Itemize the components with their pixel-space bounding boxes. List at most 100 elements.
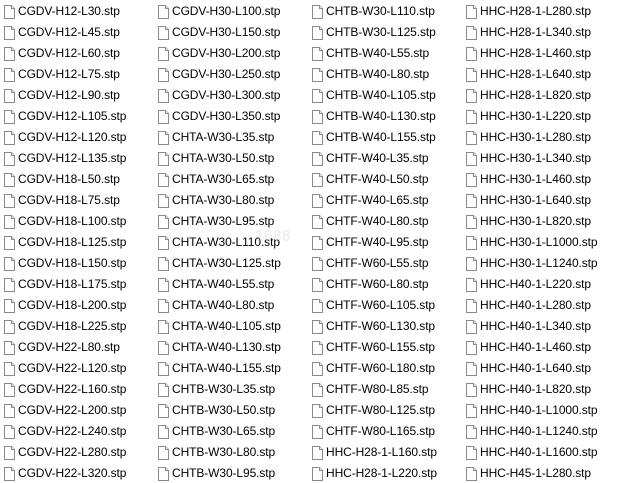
file-item[interactable]: CGDV-H12-L30.stp: [4, 2, 120, 21]
file-item[interactable]: CHTA-W40-L105.stp: [158, 317, 281, 336]
file-item[interactable]: CHTF-W60-L80.stp: [312, 275, 429, 294]
file-item[interactable]: HHC-H30-1-L640.stp: [466, 191, 591, 210]
file-item[interactable]: CGDV-H18-L50.stp: [4, 170, 120, 189]
file-item[interactable]: CGDV-H30-L300.stp: [158, 86, 280, 105]
file-item[interactable]: CHTA-W30-L65.stp: [158, 170, 274, 189]
file-item[interactable]: CHTB-W40-L55.stp: [312, 44, 429, 63]
file-item[interactable]: HHC-H40-1-L1240.stp: [466, 422, 598, 441]
file-item[interactable]: CHTF-W60-L105.stp: [312, 296, 435, 315]
file-item[interactable]: CGDV-H12-L90.stp: [4, 86, 120, 105]
file-item[interactable]: HHC-H30-1-L1000.stp: [466, 233, 598, 252]
file-item[interactable]: CGDV-H12-L120.stp: [4, 128, 126, 147]
file-item[interactable]: CHTA-W40-L155.stp: [158, 359, 281, 378]
file-item[interactable]: HHC-H40-1-L1000.stp: [466, 401, 598, 420]
file-item[interactable]: CGDV-H12-L105.stp: [4, 107, 126, 126]
file-item[interactable]: CHTF-W40-L65.stp: [312, 191, 429, 210]
blank-document-icon: [312, 319, 323, 334]
file-item[interactable]: CGDV-H18-L150.stp: [4, 254, 126, 273]
file-item[interactable]: HHC-H30-1-L280.stp: [466, 128, 591, 147]
file-item[interactable]: CHTB-W30-L125.stp: [312, 23, 436, 42]
file-item[interactable]: HHC-H40-1-L460.stp: [466, 338, 591, 357]
file-item[interactable]: HHC-H28-1-L220.stp: [312, 464, 437, 483]
file-item[interactable]: CGDV-H30-L100.stp: [158, 2, 280, 21]
file-item[interactable]: CHTA-W30-L125.stp: [158, 254, 281, 273]
file-item[interactable]: CGDV-H30-L150.stp: [158, 23, 280, 42]
file-item[interactable]: CHTA-W30-L110.stp: [158, 233, 280, 252]
file-item[interactable]: CHTF-W40-L80.stp: [312, 212, 429, 231]
file-item[interactable]: CGDV-H18-L175.stp: [4, 275, 126, 294]
file-item[interactable]: CHTF-W60-L130.stp: [312, 317, 435, 336]
file-item[interactable]: CHTF-W60-L180.stp: [312, 359, 435, 378]
file-item[interactable]: HHC-H28-1-L820.stp: [466, 86, 591, 105]
file-item[interactable]: HHC-H28-1-L280.stp: [466, 2, 591, 21]
file-item[interactable]: CHTB-W40-L80.stp: [312, 65, 429, 84]
file-item[interactable]: CHTA-W40-L80.stp: [158, 296, 274, 315]
file-item[interactable]: CGDV-H22-L120.stp: [4, 359, 126, 378]
file-name: CHTF-W60-L105.stp: [326, 298, 435, 312]
file-item[interactable]: HHC-H28-1-L640.stp: [466, 65, 591, 84]
file-name: CGDV-H30-L200.stp: [172, 46, 281, 60]
file-item[interactable]: HHC-H40-1-L1600.stp: [466, 443, 598, 462]
file-item[interactable]: CHTF-W40-L95.stp: [312, 233, 429, 252]
file-item[interactable]: HHC-H30-1-L460.stp: [466, 170, 591, 189]
file-item[interactable]: HHC-H40-1-L820.stp: [466, 380, 591, 399]
file-item[interactable]: CGDV-H18-L75.stp: [4, 191, 120, 210]
file-item[interactable]: CGDV-H22-L320.stp: [4, 464, 126, 483]
file-item[interactable]: CHTF-W60-L55.stp: [312, 254, 429, 273]
file-item[interactable]: CGDV-H22-L200.stp: [4, 401, 126, 420]
file-item[interactable]: CHTA-W40-L55.stp: [158, 275, 274, 294]
blank-document-icon: [466, 109, 477, 124]
file-item[interactable]: CGDV-H12-L135.stp: [4, 149, 126, 168]
file-item[interactable]: CHTB-W40-L105.stp: [312, 86, 436, 105]
blank-document-icon: [4, 130, 15, 145]
file-item[interactable]: CHTA-W30-L50.stp: [158, 149, 274, 168]
file-item[interactable]: HHC-H40-1-L640.stp: [466, 359, 591, 378]
file-item[interactable]: CGDV-H22-L240.stp: [4, 422, 126, 441]
file-item[interactable]: CHTB-W40-L130.stp: [312, 107, 436, 126]
file-item[interactable]: CGDV-H12-L60.stp: [4, 44, 120, 63]
file-item[interactable]: CGDV-H22-L280.stp: [4, 443, 126, 462]
file-item[interactable]: CHTF-W40-L35.stp: [312, 149, 429, 168]
file-item[interactable]: CGDV-H12-L45.stp: [4, 23, 120, 42]
file-item[interactable]: CGDV-H18-L225.stp: [4, 317, 126, 336]
file-item[interactable]: CGDV-H30-L200.stp: [158, 44, 280, 63]
file-item[interactable]: CHTA-W30-L80.stp: [158, 191, 274, 210]
file-item[interactable]: CGDV-H22-L80.stp: [4, 338, 120, 357]
file-item[interactable]: HHC-H30-1-L340.stp: [466, 149, 591, 168]
file-item[interactable]: CHTB-W30-L65.stp: [158, 422, 275, 441]
file-item[interactable]: CHTB-W30-L95.stp: [158, 464, 275, 483]
file-name: HHC-H40-1-L1240.stp: [480, 424, 598, 438]
file-item[interactable]: CGDV-H18-L125.stp: [4, 233, 126, 252]
file-item[interactable]: CGDV-H30-L250.stp: [158, 65, 280, 84]
file-item[interactable]: HHC-H28-1-L160.stp: [312, 443, 437, 462]
file-item[interactable]: CHTF-W80-L125.stp: [312, 401, 435, 420]
file-item[interactable]: CHTF-W80-L165.stp: [312, 422, 435, 441]
file-item[interactable]: CHTF-W60-L155.stp: [312, 338, 435, 357]
file-item[interactable]: HHC-H28-1-L460.stp: [466, 44, 591, 63]
file-item[interactable]: HHC-H30-1-L1240.stp: [466, 254, 598, 273]
file-item[interactable]: CGDV-H12-L75.stp: [4, 65, 120, 84]
file-item[interactable]: HHC-H40-1-L220.stp: [466, 275, 591, 294]
file-item[interactable]: CHTB-W30-L35.stp: [158, 380, 275, 399]
file-item[interactable]: CHTA-W30-L35.stp: [158, 128, 274, 147]
file-item[interactable]: HHC-H30-1-L820.stp: [466, 212, 591, 231]
file-item[interactable]: CHTB-W30-L50.stp: [158, 401, 275, 420]
file-item[interactable]: HHC-H28-1-L340.stp: [466, 23, 591, 42]
file-item[interactable]: CHTF-W80-L85.stp: [312, 380, 429, 399]
file-item[interactable]: HHC-H40-1-L280.stp: [466, 296, 591, 315]
file-item[interactable]: HHC-H30-1-L220.stp: [466, 107, 591, 126]
file-item[interactable]: CGDV-H30-L350.stp: [158, 107, 280, 126]
file-item[interactable]: CHTF-W40-L50.stp: [312, 170, 429, 189]
file-item[interactable]: CGDV-H18-L100.stp: [4, 212, 126, 231]
file-item[interactable]: CHTA-W30-L95.stp: [158, 212, 274, 231]
blank-document-icon: [312, 256, 323, 271]
file-item[interactable]: CHTB-W30-L110.stp: [312, 2, 435, 21]
file-item[interactable]: CHTB-W40-L155.stp: [312, 128, 436, 147]
file-item[interactable]: CGDV-H18-L200.stp: [4, 296, 126, 315]
file-item[interactable]: HHC-H40-1-L340.stp: [466, 317, 591, 336]
file-item[interactable]: CHTB-W30-L80.stp: [158, 443, 275, 462]
file-item[interactable]: HHC-H45-1-L280.stp: [466, 464, 591, 483]
file-name: CGDV-H18-L150.stp: [18, 256, 127, 270]
file-item[interactable]: CGDV-H22-L160.stp: [4, 380, 126, 399]
file-item[interactable]: CHTA-W40-L130.stp: [158, 338, 281, 357]
